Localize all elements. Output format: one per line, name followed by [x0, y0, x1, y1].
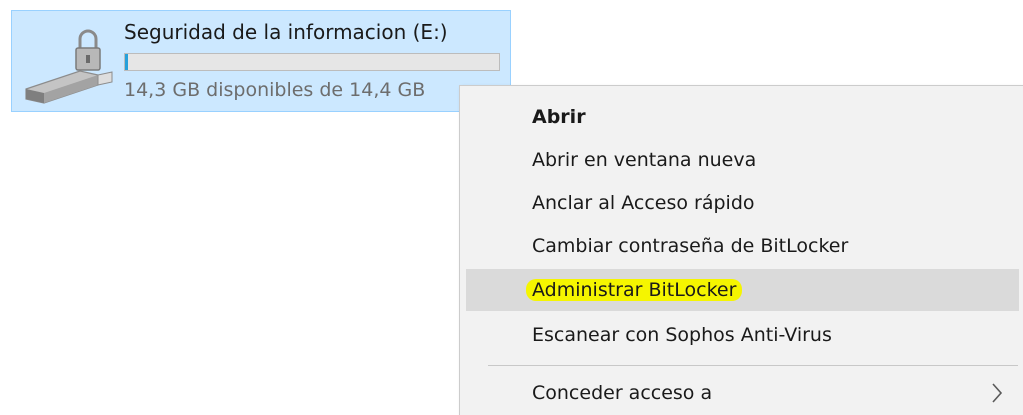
drive-capacity-fill [125, 54, 128, 70]
drive-title: Seguridad de la informacion (E:) [124, 20, 448, 44]
menu-item-abrir[interactable]: Abrir [466, 96, 1019, 138]
menu-item-anclar-acceso-rapido[interactable]: Anclar al Acceso rápido [466, 182, 1019, 224]
menu-item-abrir-en-ventana-nueva[interactable]: Abrir en ventana nueva [466, 139, 1019, 181]
menu-item-label: Administrar BitLocker [526, 279, 743, 301]
menu-item-label: Escanear con Sophos Anti-Virus [532, 324, 832, 346]
menu-separator [488, 365, 1018, 366]
menu-item-cambiar-contrasena-bitlocker[interactable]: Cambiar contraseña de BitLocker [466, 225, 1019, 267]
chevron-right-icon [992, 383, 1003, 403]
drive-free-space: 14,3 GB disponibles de 14,4 GB [124, 79, 426, 101]
menu-item-escanear-sophos[interactable]: Escanear con Sophos Anti-Virus [466, 314, 1019, 356]
menu-item-conceder-acceso[interactable]: Conceder acceso a [466, 372, 1019, 414]
explorer-view: Seguridad de la informacion (E:) 14,3 GB… [0, 0, 1023, 415]
menu-item-label: Abrir [532, 106, 586, 128]
menu-item-label: Anclar al Acceso rápido [532, 192, 755, 214]
menu-item-label: Abrir en ventana nueva [532, 149, 757, 171]
menu-item-label: Cambiar contraseña de BitLocker [532, 235, 849, 257]
menu-item-label: Conceder acceso a [532, 382, 713, 404]
drive-tile-e[interactable]: Seguridad de la informacion (E:) 14,3 GB… [11, 10, 511, 112]
locked-usb-drive-icon [25, 29, 113, 104]
context-menu: Abrir Abrir en ventana nueva Anclar al A… [459, 85, 1023, 415]
menu-item-administrar-bitlocker[interactable]: Administrar BitLocker [466, 269, 1019, 311]
drive-capacity-bar [124, 53, 500, 71]
